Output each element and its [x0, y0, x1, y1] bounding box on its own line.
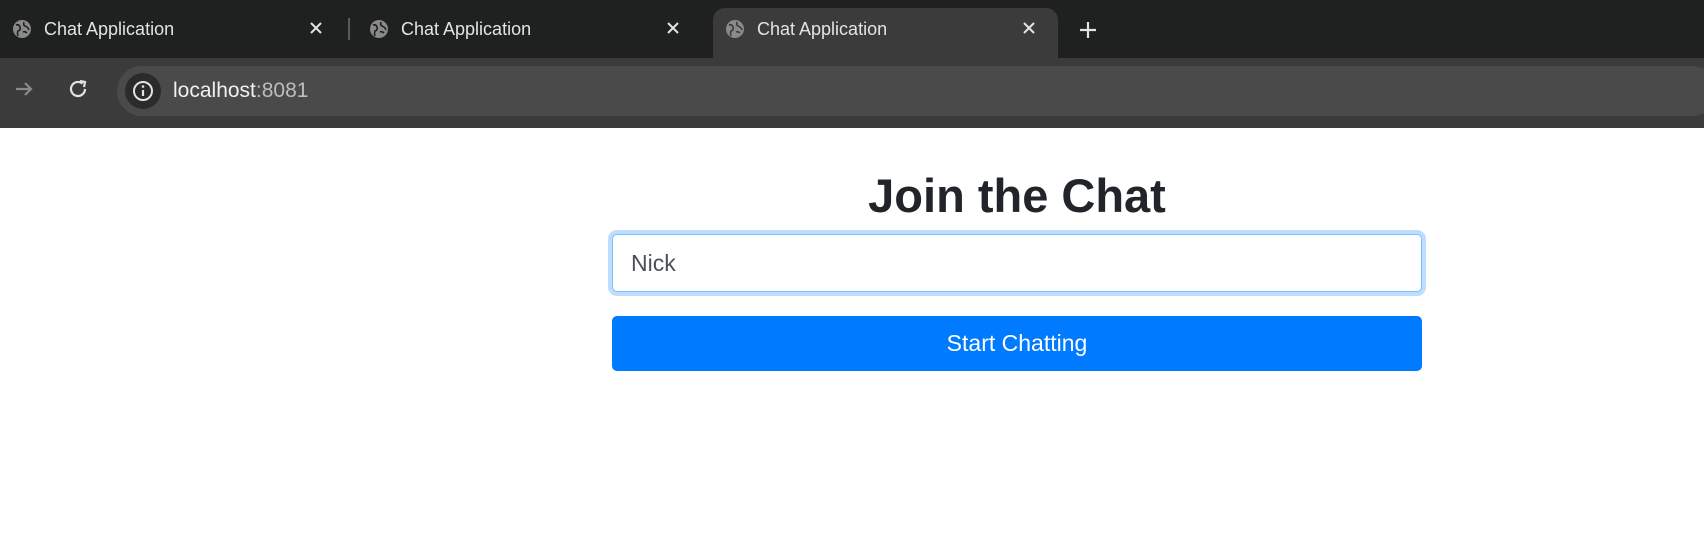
reload-icon	[69, 79, 87, 98]
site-info-button[interactable]	[125, 73, 161, 109]
tab-title: Chat Application	[44, 19, 175, 39]
globe-icon	[726, 20, 744, 38]
globe-icon	[370, 20, 388, 38]
reload-button[interactable]	[62, 73, 94, 105]
tab-separator	[348, 18, 350, 40]
username-input[interactable]	[612, 234, 1422, 292]
forward-button[interactable]	[8, 73, 40, 105]
page-title: Join the Chat	[868, 169, 1166, 222]
address-bar[interactable]: localhost:8081	[117, 66, 1704, 116]
close-tab-icon[interactable]	[305, 17, 327, 39]
tab-title: Chat Application	[757, 19, 888, 39]
plus-icon	[1080, 22, 1096, 38]
browser-tab-1[interactable]: Chat Application	[0, 8, 345, 58]
url-text: localhost:8081	[173, 79, 308, 103]
globe-icon	[13, 20, 31, 38]
browser-tab-2[interactable]: Chat Application	[357, 8, 702, 58]
url-port: :8081	[255, 79, 309, 102]
url-host: localhost	[173, 79, 256, 102]
start-chatting-button[interactable]: Start Chatting	[612, 316, 1422, 371]
browser-toolbar: localhost:8081	[0, 58, 1704, 128]
tab-strip: Chat Application Chat Application Chat A…	[0, 0, 1704, 58]
arrow-right-icon	[16, 82, 33, 96]
close-tab-icon[interactable]	[662, 17, 684, 39]
page-content: Join the Chat Start Chatting	[0, 128, 1704, 547]
tab-title: Chat Application	[401, 19, 532, 39]
browser-tab-3-active[interactable]: Chat Application	[713, 8, 1058, 58]
close-tab-icon[interactable]	[1018, 17, 1040, 39]
info-icon	[133, 81, 153, 101]
new-tab-button[interactable]	[1073, 15, 1103, 45]
